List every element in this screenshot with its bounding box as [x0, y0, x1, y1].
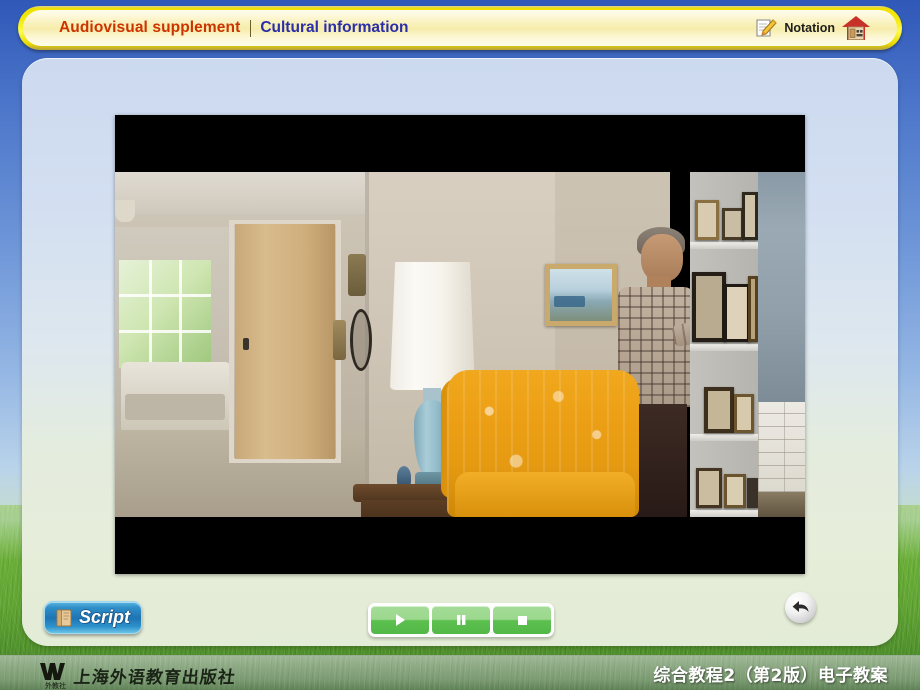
page-subtitle: Cultural information: [260, 19, 409, 36]
scene-window: [119, 260, 211, 368]
pause-button[interactable]: [432, 606, 490, 634]
publisher-logo: 外教社 上海外语教育出版社: [38, 660, 237, 690]
stop-icon: [514, 612, 530, 628]
scene-cabinet: [758, 172, 805, 402]
page-title: Audiovisual supplement: [59, 19, 241, 36]
scene-man-head: [641, 234, 683, 282]
scene-sofa-base: [125, 394, 225, 420]
top-title-bar-inner: Audiovisual supplement Cultural informat…: [23, 10, 897, 46]
media-controls: [368, 603, 554, 637]
video-frame: [115, 172, 805, 517]
scene-painting-detail: [553, 296, 585, 308]
scene-painting-canvas: [550, 269, 612, 321]
stop-button[interactable]: [493, 606, 551, 634]
house-icon[interactable]: [841, 14, 871, 42]
scene-bookshelf: [690, 172, 758, 517]
scene-photo-frame: [692, 272, 726, 342]
publisher-name: 上海外语教育出版社: [72, 667, 237, 688]
scene-shelf-board: [690, 510, 758, 517]
pause-icon: [453, 612, 469, 628]
video-player[interactable]: [115, 115, 805, 574]
svg-text:外教社: 外教社: [45, 681, 66, 690]
scene-photo-frame: [696, 468, 722, 508]
scene-brick-fireplace: [758, 402, 805, 492]
scene-wall-sconce: [333, 320, 346, 360]
back-arrow-icon: [791, 599, 811, 617]
play-button[interactable]: [371, 606, 429, 634]
scene-photo-frame: [724, 284, 750, 342]
scene-photo-frame: [734, 394, 754, 433]
header-actions: Notation: [754, 14, 883, 42]
scene-shelf-board: [690, 434, 758, 441]
back-button[interactable]: [785, 592, 816, 623]
title-divider: [250, 19, 252, 37]
scene-photo-frame: [722, 208, 744, 240]
scene-photo-frame: [704, 387, 734, 433]
scene-photo-frame: [748, 276, 758, 342]
publisher-mark-icon: 外教社: [38, 660, 70, 690]
scene-photo-frame: [724, 474, 746, 508]
book-icon: [54, 608, 74, 628]
scene-armchair-arm: [455, 472, 635, 517]
footer-bar: 外教社 上海外语教育出版社 综合教程2（第2版）电子教案: [0, 655, 920, 690]
scene-door: [235, 224, 335, 459]
scene-wall-plaque: [348, 254, 366, 296]
scene-photo-frame: [695, 200, 719, 240]
script-button-label: Script: [79, 607, 131, 627]
play-icon: [392, 612, 408, 628]
scene-hearth: [758, 492, 805, 517]
note-pencil-icon[interactable]: [754, 17, 778, 39]
scene-shelf-board: [690, 242, 758, 249]
scene-door-knob: [243, 338, 249, 350]
scene-ceiling-light: [115, 200, 135, 222]
scene-photo-frame: [747, 478, 758, 508]
course-title: 综合教程2（第2版）电子教案: [653, 666, 888, 686]
scene-wall-oval-mirror: [350, 309, 372, 371]
scene-photo-frame: [742, 192, 758, 240]
scene-framed-painting: [545, 264, 617, 326]
scene-shelf-board: [690, 344, 758, 351]
top-title-bar: Audiovisual supplement Cultural informat…: [18, 6, 902, 50]
notation-label[interactable]: Notation: [784, 21, 835, 35]
script-button[interactable]: Script: [44, 601, 142, 634]
